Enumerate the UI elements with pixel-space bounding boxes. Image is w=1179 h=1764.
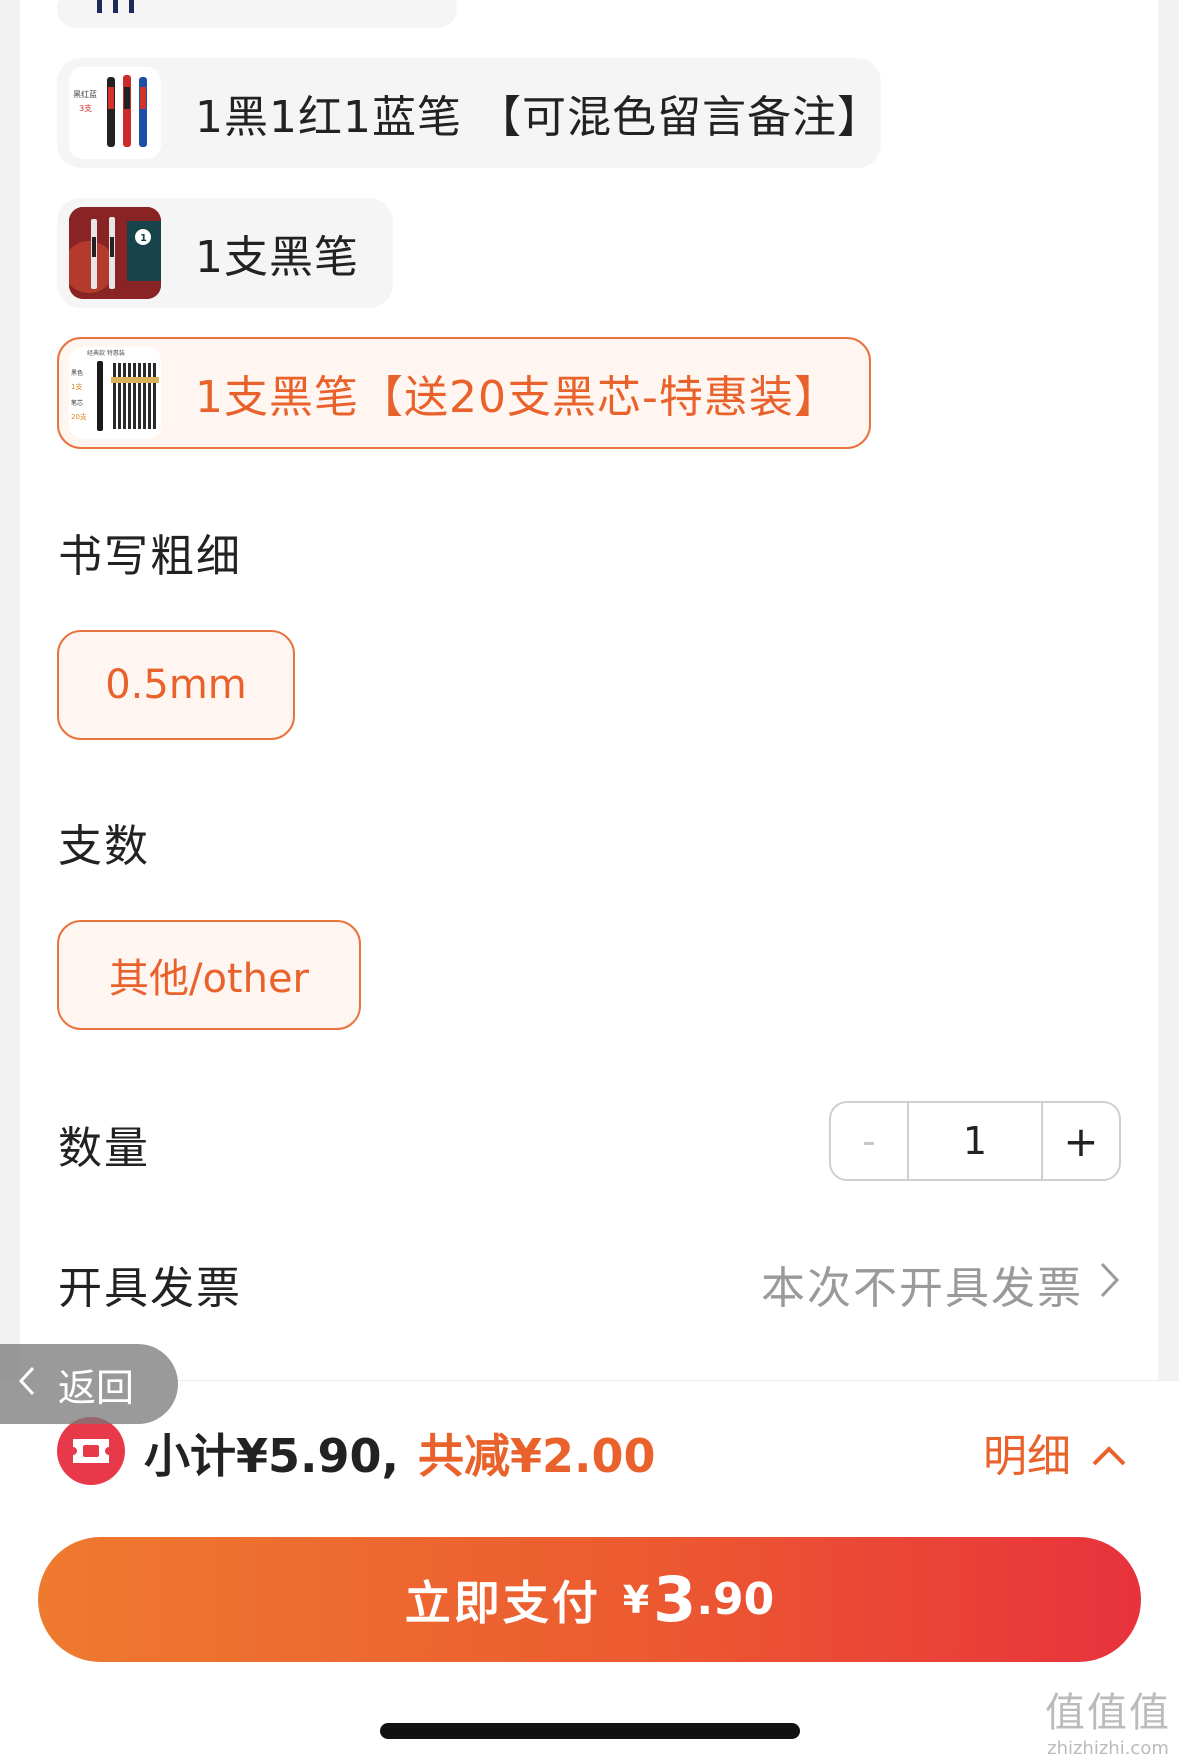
thumb-text-refill-1: 经典款 特惠装 xyxy=(87,349,125,357)
detail-label: 明细 xyxy=(983,1431,1071,1482)
watermark-text: 值值值 xyxy=(1045,1690,1171,1736)
watermark-domain: zhizhizhi.com xyxy=(1047,1738,1169,1759)
thumb-text-refill-2: 黑色 xyxy=(71,369,83,377)
variant-label: 1支黑笔【送20支黑芯-特惠装】 xyxy=(195,372,839,423)
chevron-right-icon xyxy=(1099,1259,1121,1310)
chevron-up-icon xyxy=(1091,1427,1127,1478)
count-option-other[interactable]: 其他/other xyxy=(57,920,361,1030)
thumb-text-refill-4: 笔芯 xyxy=(71,399,83,407)
quantity-stepper: - 1 + xyxy=(829,1101,1121,1181)
pay-label: 立即支付 xyxy=(404,1575,601,1630)
pay-amount-integer: 3 xyxy=(653,1563,697,1636)
discount-text: 共减¥2.00 xyxy=(418,1429,656,1483)
quantity-plus-button[interactable]: + xyxy=(1043,1103,1119,1179)
variant-thumbnail-mix: 黑红蓝 3支 xyxy=(69,67,161,159)
pay-now-button[interactable]: 立即支付 ¥ 3 .90 xyxy=(38,1537,1141,1662)
variant-thumbnail-refill: 经典款 特惠装 黑色 1支 笔芯 20支 xyxy=(69,347,161,439)
quantity-value[interactable]: 1 xyxy=(909,1103,1043,1179)
thumb-text-mix-2: 3支 xyxy=(79,103,92,113)
count-title: 支数 xyxy=(58,821,150,872)
pay-currency: ¥ xyxy=(622,1577,650,1622)
variant-option-3-selected[interactable]: 经典款 特惠装 黑色 1支 笔芯 20支 1支黑笔【送20支黑芯-特惠装】 xyxy=(57,337,871,449)
quantity-minus-button[interactable]: - xyxy=(831,1103,909,1179)
back-label: 返回 xyxy=(58,1365,135,1410)
thickness-title: 书写粗细 xyxy=(58,531,242,582)
svg-text:1: 1 xyxy=(140,233,147,244)
variant-label: 1黑1红1蓝笔 【可混色留言备注】 xyxy=(195,92,882,143)
chevron-left-icon xyxy=(18,1362,36,1406)
coupon-icon xyxy=(57,1417,125,1485)
thickness-option-0-5mm[interactable]: 0.5mm xyxy=(57,630,295,740)
variant-option-2[interactable]: 1 1支黑笔 xyxy=(57,198,393,308)
variant-option-partial[interactable] xyxy=(57,0,457,28)
thumb-text-refill-3: 1支 xyxy=(71,382,82,391)
pay-amount-decimal: .90 xyxy=(696,1574,775,1625)
variant-thumbnail-single: 1 xyxy=(69,207,161,299)
detail-toggle[interactable]: 明细 xyxy=(983,1420,1127,1484)
back-button[interactable]: 返回 xyxy=(0,1344,178,1424)
thumb-text-refill-5: 20支 xyxy=(71,412,87,421)
variant-label: 1支黑笔 xyxy=(195,232,359,283)
thumb-text-mix-1: 黑红蓝 xyxy=(73,89,97,99)
variant-thumbnail xyxy=(69,0,161,23)
variant-option-1[interactable]: 黑红蓝 3支 1黑1红1蓝笔 【可混色留言备注】 xyxy=(57,58,881,168)
quantity-title: 数量 xyxy=(58,1123,150,1174)
home-indicator xyxy=(380,1723,800,1739)
invoice-title: 开具发票 xyxy=(58,1263,242,1314)
watermark: 值值值 zhizhizhi.com xyxy=(1045,1680,1171,1759)
invoice-selector[interactable]: 本次不开具发票 xyxy=(761,1252,1121,1316)
invoice-value-text: 本次不开具发票 xyxy=(761,1263,1083,1314)
subtotal-text: 小计¥5.90, xyxy=(144,1429,399,1483)
